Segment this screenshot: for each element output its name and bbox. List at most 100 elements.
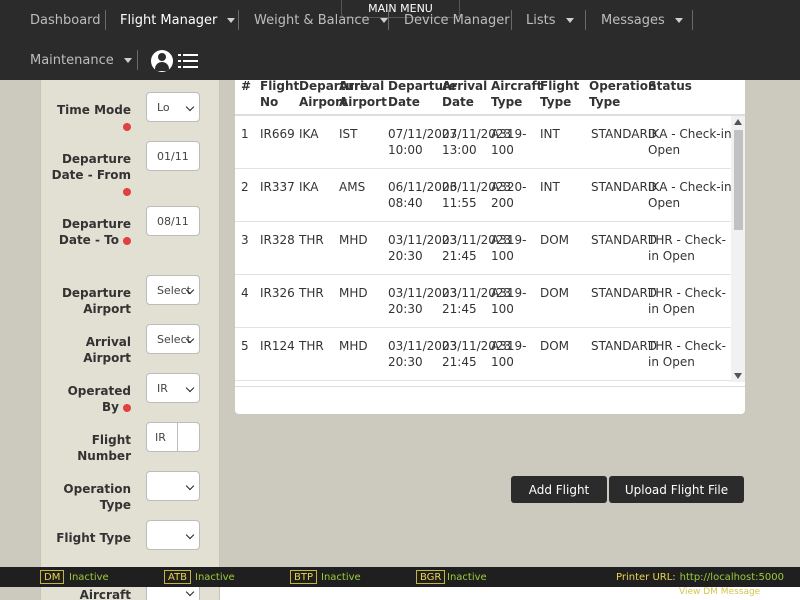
- table-body: 1 IR669 IKA IST 07/11/2023 10:00 07/11/2…: [235, 116, 731, 382]
- column-header: Operation Type: [589, 79, 657, 109]
- flight-number-cell: IR124: [260, 339, 295, 353]
- nav-weight-balance[interactable]: Weight & Balance: [254, 10, 388, 30]
- departure-to-value: 08/11: [157, 214, 189, 228]
- table-row[interactable]: 5 IR124 THR MHD 03/11/2023 20:30 03/11/2…: [235, 328, 731, 381]
- row-number: 5: [241, 339, 249, 353]
- row-number: 3: [241, 233, 249, 247]
- nav-messages[interactable]: Messages: [601, 10, 683, 30]
- departure-airport-cell: IKA: [299, 127, 319, 141]
- status-cell: THR - Check-in Open: [648, 233, 726, 263]
- row-number: 4: [241, 286, 249, 300]
- nav-device-manager[interactable]: Device Manager: [404, 10, 510, 30]
- flight-type-label-text: Flight Type: [56, 531, 131, 545]
- scroll-down-icon[interactable]: [734, 373, 742, 379]
- arrival-airport-label-text: Arrival Airport: [83, 335, 131, 365]
- departure-airport-cell: THR: [299, 339, 324, 353]
- device-tag-dm: DM: [40, 570, 65, 584]
- device-tag-atb: ATB: [164, 570, 192, 584]
- required-indicator: [123, 122, 131, 131]
- time-mode-select[interactable]: Lo: [146, 92, 200, 122]
- operated-by-select[interactable]: IR: [146, 373, 200, 403]
- time-mode-label-text: Time Mode: [56, 103, 131, 117]
- user-icon[interactable]: [151, 50, 173, 72]
- device-tag-bgr: BGR: [416, 570, 446, 584]
- table-row[interactable]: 4 IR326 THR MHD 03/11/2023 20:30 03/11/2…: [235, 275, 731, 328]
- chevron-down-icon: [674, 17, 683, 23]
- departure-to-label-text: Departure Date - To: [58, 217, 131, 247]
- departure-from-input[interactable]: 01/11: [146, 141, 200, 171]
- chevron-down-icon: [185, 530, 195, 540]
- column-header: Arrival Date: [442, 79, 488, 109]
- column-header: Arrival Airport: [339, 79, 387, 109]
- printer-url: Printer URL: http://localhost:5000: [616, 570, 784, 584]
- arrival-airport-label: Arrival Airport: [51, 334, 131, 366]
- arrival-airport-cell: MHD: [339, 233, 368, 247]
- table-row[interactable]: 1 IR669 IKA IST 07/11/2023 10:00 07/11/2…: [235, 116, 731, 169]
- arrival-airport-cell: AMS: [339, 180, 366, 194]
- table-footer-divider: [235, 386, 745, 387]
- flight-number-input[interactable]: IR: [146, 422, 200, 452]
- device-tag-btp: BTP: [290, 570, 317, 584]
- required-indicator: [123, 236, 131, 245]
- chevron-down-icon: [565, 17, 574, 23]
- column-header: Flight Type: [540, 79, 580, 109]
- scroll-up-icon[interactable]: [734, 119, 742, 125]
- nav-dashboard-label: Dashboard: [30, 12, 101, 28]
- nav-divider: [105, 10, 106, 30]
- row-number: 2: [241, 180, 249, 194]
- arrival-airport-cell: MHD: [339, 286, 368, 300]
- operated-by-value: IR: [157, 381, 168, 395]
- chevron-down-icon: [227, 17, 236, 23]
- table-scrollbar[interactable]: [731, 116, 745, 382]
- flight-number-cell: IR328: [260, 233, 295, 247]
- view-dm-message-link[interactable]: View DM Message: [679, 587, 760, 597]
- nav-lists[interactable]: Lists: [526, 10, 574, 30]
- printer-url-label: Printer URL:: [616, 571, 676, 583]
- chevron-down-icon: [185, 481, 195, 491]
- printer-url-link[interactable]: http://localhost:5000: [680, 572, 784, 583]
- table-row[interactable]: 2 IR337 IKA AMS 06/11/2023 08:40 06/11/2…: [235, 169, 731, 222]
- upload-flight-file-button[interactable]: Upload Flight File: [609, 476, 744, 503]
- operation-type-label-text: Operation Type: [63, 482, 131, 512]
- nav-flight-manager[interactable]: Flight Manager: [120, 10, 236, 30]
- nav-messages-label: Messages: [601, 12, 665, 28]
- flight-type-select[interactable]: [146, 520, 200, 550]
- departure-airport-label: Departure Airport: [51, 285, 131, 317]
- device-state-btp: Inactive: [321, 571, 361, 583]
- operated-by-label-text: Operated By: [67, 384, 131, 414]
- nav-dashboard[interactable]: Dashboard: [30, 10, 101, 30]
- flight-type-cell: INT: [540, 180, 560, 194]
- nav-divider: [511, 10, 512, 30]
- nav-divider: [585, 10, 586, 30]
- chevron-down-icon: [185, 102, 195, 112]
- flight-number-cell: IR669: [260, 127, 295, 141]
- table-row[interactable]: 3 IR328 THR MHD 03/11/2023 20:30 03/11/2…: [235, 222, 731, 275]
- chevron-down-icon: [185, 587, 195, 597]
- nav-flight-manager-label: Flight Manager: [120, 12, 218, 28]
- departure-airport-cell: THR: [299, 233, 324, 247]
- status-cell: THR - Check-in Open: [648, 339, 726, 369]
- time-mode-value: Lo: [157, 100, 170, 114]
- departure-to-input[interactable]: 08/11: [146, 206, 200, 236]
- departure-airport-select[interactable]: Select: [146, 275, 200, 305]
- operation-type-label: Operation Type: [51, 481, 131, 513]
- nav-divider: [388, 10, 389, 30]
- arrival-airport-cell: IST: [339, 127, 358, 141]
- scrollbar-thumb[interactable]: [734, 130, 743, 230]
- nav-divider: [238, 10, 239, 30]
- nav-maintenance[interactable]: Maintenance: [30, 50, 132, 70]
- departure-from-label-text: Departure Date - From: [51, 152, 131, 182]
- operation-type-select[interactable]: [146, 471, 200, 501]
- departure-airport-cell: IKA: [299, 180, 319, 194]
- column-header: #: [241, 79, 252, 93]
- time-mode-label: Time Mode: [51, 102, 131, 134]
- arrival-airport-select[interactable]: Select: [146, 324, 200, 354]
- nav-divider: [692, 10, 693, 30]
- device-state-atb: Inactive: [195, 571, 235, 583]
- add-flight-button[interactable]: Add Flight: [511, 476, 607, 503]
- list-icon[interactable]: [178, 53, 198, 69]
- departure-from-value: 01/11: [157, 149, 189, 163]
- flight-number-divider: [177, 423, 178, 451]
- arrival-airport-cell: MHD: [339, 339, 368, 353]
- row-number: 1: [241, 127, 249, 141]
